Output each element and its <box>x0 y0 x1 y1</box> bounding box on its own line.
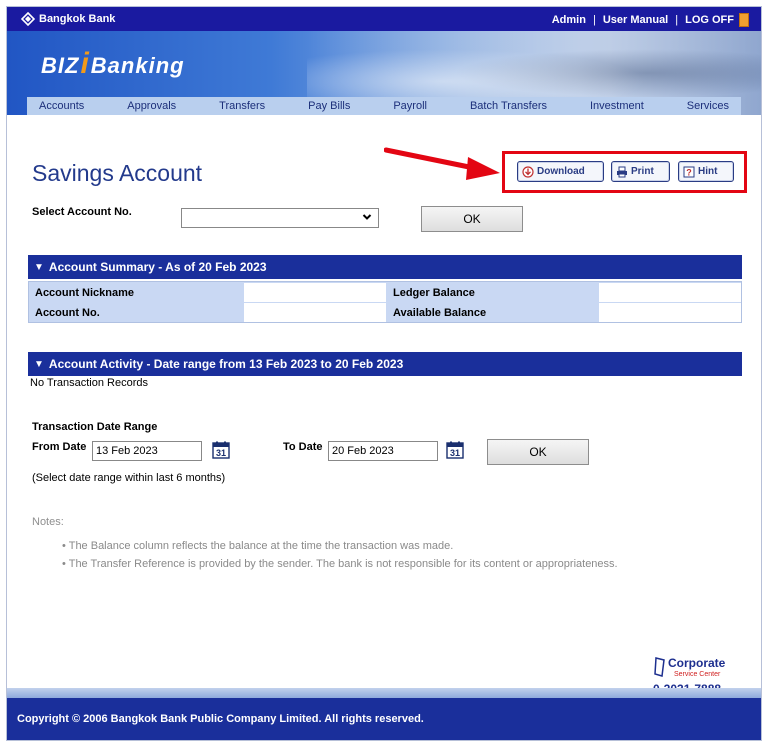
link-separator: | <box>592 14 596 26</box>
phone-icon <box>653 656 667 678</box>
nav-transfers[interactable]: Transfers <box>219 100 265 112</box>
top-bar: Bangkok Bank Admin | User Manual | LOG O… <box>7 7 761 31</box>
download-button[interactable]: Download <box>517 161 604 182</box>
log-off-icon[interactable] <box>739 13 749 27</box>
nickname-label: Account Nickname <box>29 283 243 302</box>
calendar-icon[interactable]: 31 <box>212 441 230 459</box>
printer-icon <box>616 166 628 178</box>
user-manual-link[interactable]: User Manual <box>603 14 668 26</box>
to-date-input[interactable]: 20 Feb 2023 <box>328 441 438 461</box>
bank-logo-icon <box>21 12 35 26</box>
brand-prefix: BIZ <box>41 53 80 78</box>
bank-logo: Bangkok Bank <box>21 11 115 27</box>
note-text: The Transfer Reference is provided by th… <box>68 558 618 570</box>
link-separator: | <box>675 14 679 26</box>
available-balance-label: Available Balance <box>387 303 598 322</box>
no-transactions-text: No Transaction Records <box>30 377 148 389</box>
help-icon: ? <box>683 166 695 178</box>
note-text: The Balance column reflects the balance … <box>68 540 454 552</box>
main-nav: Accounts Approvals Transfers Pay Bills P… <box>27 97 741 115</box>
date-range-title: Transaction Date Range <box>32 421 158 433</box>
banner: BIZiBanking Accounts Approvals Transfers… <box>7 31 761 115</box>
nav-investment[interactable]: Investment <box>590 100 644 112</box>
footer-band <box>7 688 761 698</box>
to-date-label: To Date <box>283 441 323 453</box>
collapse-triangle-icon: ▼ <box>34 358 44 370</box>
nickname-value <box>244 283 386 302</box>
calendar-icon[interactable]: 31 <box>446 441 464 459</box>
select-account-label: Select Account No. <box>32 206 132 218</box>
red-arrow-annotation <box>384 147 500 180</box>
svg-text:?: ? <box>686 167 692 177</box>
biz-ibanking-logo: BIZiBanking <box>41 47 185 81</box>
svg-text:31: 31 <box>450 448 460 458</box>
footer: Copyright © 2006 Bangkok Bank Public Com… <box>7 698 761 740</box>
note-item: • The Balance column reflects the balanc… <box>62 540 454 552</box>
nav-payroll[interactable]: Payroll <box>393 100 427 112</box>
admin-link[interactable]: Admin <box>552 14 586 26</box>
nav-services[interactable]: Services <box>687 100 729 112</box>
top-links: Admin | User Manual | LOG OFF <box>552 13 749 27</box>
svg-text:31: 31 <box>216 448 226 458</box>
copyright-text: Copyright © 2006 Bangkok Bank Public Com… <box>17 713 424 725</box>
download-icon <box>522 165 534 178</box>
account-summary-header[interactable]: ▼ Account Summary - As of 20 Feb 2023 <box>28 255 742 279</box>
brand-suffix: Banking <box>90 53 185 78</box>
print-button[interactable]: Print <box>611 161 670 182</box>
nav-pay-bills[interactable]: Pay Bills <box>308 100 350 112</box>
hint-button[interactable]: ? Hint <box>678 161 734 182</box>
page-title: Savings Account <box>32 160 203 186</box>
nav-approvals[interactable]: Approvals <box>127 100 176 112</box>
select-ok-button[interactable]: OK <box>421 206 523 232</box>
download-label: Download <box>537 166 585 177</box>
account-summary-title: Account Summary - As of 20 Feb 2023 <box>48 260 267 274</box>
account-activity-header[interactable]: ▼ Account Activity - Date range from 13 … <box>28 352 742 376</box>
nav-batch-transfers[interactable]: Batch Transfers <box>470 100 547 112</box>
hint-label: Hint <box>698 166 718 177</box>
notes-title: Notes: <box>32 516 64 528</box>
account-summary-table: Account Nickname Ledger Balance Account … <box>28 281 742 323</box>
from-date-input[interactable]: 13 Feb 2023 <box>92 441 202 461</box>
chevron-down-icon <box>362 212 372 225</box>
ledger-balance-value <box>599 283 741 302</box>
log-off-link[interactable]: LOG OFF <box>685 14 734 26</box>
account-activity-title: Account Activity - Date range from 13 Fe… <box>48 357 404 371</box>
service-center-title: Corporate <box>668 656 726 670</box>
note-item: • The Transfer Reference is provided by … <box>62 558 618 570</box>
print-label: Print <box>631 166 654 177</box>
service-center-subtitle: Service Center <box>674 671 721 678</box>
available-balance-value <box>599 303 741 322</box>
date-range-ok-button[interactable]: OK <box>487 439 589 465</box>
date-range-hint: (Select date range within last 6 months) <box>32 472 226 484</box>
account-no-label: Account No. <box>29 303 243 322</box>
account-no-value <box>244 303 386 322</box>
bank-name: Bangkok Bank <box>39 13 116 25</box>
nav-accounts[interactable]: Accounts <box>39 100 84 112</box>
brand-i: i <box>80 47 90 80</box>
collapse-triangle-icon: ▼ <box>34 261 44 273</box>
ledger-balance-label: Ledger Balance <box>387 283 598 302</box>
account-select[interactable] <box>181 208 379 228</box>
from-date-label: From Date <box>32 441 87 453</box>
